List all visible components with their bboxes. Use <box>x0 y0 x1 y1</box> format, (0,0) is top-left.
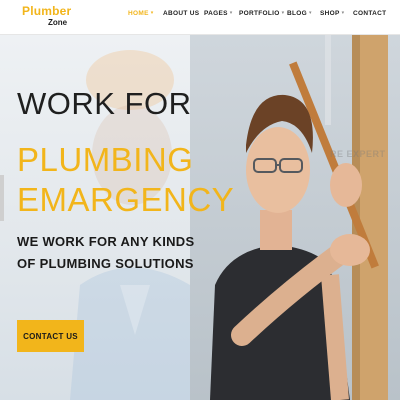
nav-blog-label: BLOG <box>287 10 307 17</box>
logo-sub-text: Zone <box>48 18 68 27</box>
nav-portfolio-label: PORTFOLIO <box>239 10 280 17</box>
hero-title-line3: EMARGENCY <box>17 181 235 218</box>
nav-pages[interactable]: PAGES ▾ <box>204 10 233 17</box>
nav-shop[interactable]: SHOP ▾ <box>320 10 344 17</box>
chevron-down-icon: ▾ <box>341 10 345 16</box>
chevron-down-icon: ▾ <box>229 10 233 16</box>
nav-portfolio[interactable]: PORTFOLIO ▾ <box>239 10 284 17</box>
chevron-down-icon: ▾ <box>308 10 312 16</box>
nav-about-label: ABOUT US <box>163 10 200 17</box>
nav-contact-label: CONTACT <box>353 10 387 17</box>
logo-main-text: Plumber <box>22 4 72 18</box>
nav-about-us[interactable]: ABOUT US <box>163 10 199 17</box>
site-header: Plumber Zone HOME ▾ ABOUT US PAGES ▾ PORTF… <box>0 0 400 35</box>
contact-us-button[interactable]: CONTACT US <box>17 320 84 352</box>
nav-shop-label: SHOP <box>320 10 340 17</box>
hero-section: RE EXPERT WORK FOR PLUMBING EMARGENCY WE… <box>0 35 400 400</box>
site-logo[interactable]: Plumber Zone <box>22 4 72 30</box>
chevron-down-icon: ▾ <box>281 10 285 16</box>
nav-contact[interactable]: CONTACT <box>353 10 386 17</box>
slider-edge-tab[interactable] <box>0 175 4 221</box>
nav-home-label: HOME <box>128 10 149 17</box>
nav-pages-label: PAGES <box>204 10 228 17</box>
nav-blog[interactable]: BLOG ▾ <box>287 10 312 17</box>
background-watermark-text: RE EXPERT <box>330 149 386 159</box>
hero-title-line1: WORK FOR <box>17 86 192 121</box>
chevron-down-icon: ▾ <box>150 10 154 16</box>
nav-home[interactable]: HOME ▾ <box>128 10 154 17</box>
hero-subtitle: WE WORK FOR ANY KINDS OF PLUMBING SOLUTI… <box>17 234 195 271</box>
hero-title-line2: PLUMBING <box>17 141 194 178</box>
